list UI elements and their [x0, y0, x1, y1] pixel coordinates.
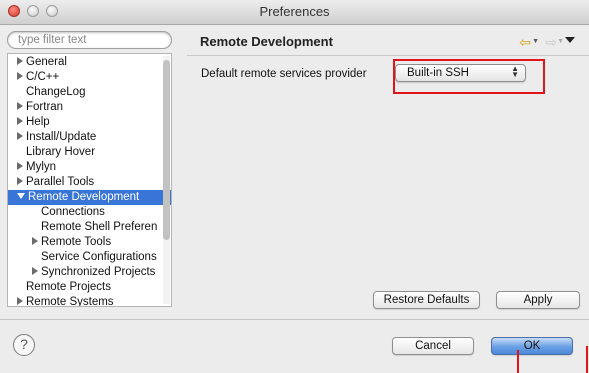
help-icon[interactable]: ? — [13, 334, 35, 356]
tree-item[interactable]: Library Hover — [8, 145, 171, 160]
tree-item-label: Help — [26, 116, 50, 128]
filter-field[interactable] — [7, 31, 172, 49]
filter-input[interactable] — [18, 33, 163, 47]
tree-item[interactable]: Remote Systems — [8, 295, 171, 307]
expand-triangle-icon[interactable] — [17, 102, 23, 110]
tree-item[interactable]: ChangeLog — [8, 85, 171, 100]
tree-item-label: Fortran — [26, 101, 64, 113]
forward-history-dropdown-icon[interactable]: ▼ — [557, 38, 564, 45]
tree-item[interactable]: Remote Shell Preferen — [8, 220, 171, 235]
tree-item-label: ChangeLog — [26, 86, 86, 98]
tree-item-label: Synchronized Projects — [41, 266, 156, 278]
restore-defaults-button[interactable]: Restore Defaults — [373, 291, 480, 309]
tree-item-label: Connections — [41, 206, 105, 218]
expand-triangle-icon[interactable] — [17, 57, 23, 65]
cancel-button[interactable]: Cancel — [392, 337, 474, 355]
expand-triangle-icon[interactable] — [17, 117, 23, 125]
tree-item[interactable]: Mylyn — [8, 160, 171, 175]
tree-item-label: General — [26, 56, 67, 68]
expand-triangle-icon[interactable] — [17, 132, 23, 140]
page-content: Default remote services provider Built-i… — [197, 57, 583, 310]
window-titlebar: Preferences — [0, 0, 589, 25]
annotation-highlight-box — [393, 59, 545, 94]
tree-item-label: Remote Development — [28, 191, 140, 203]
tree-item[interactable]: Connections — [8, 205, 171, 220]
window-title: Preferences — [259, 4, 330, 19]
tree-item[interactable]: Fortran — [8, 100, 171, 115]
preference-page: Remote Development ⇦ ▼ ⇨ ▼ Default remot… — [187, 27, 589, 312]
expand-triangle-icon[interactable] — [32, 267, 38, 275]
view-menu-icon[interactable] — [565, 37, 575, 43]
tree-item[interactable]: Remote Tools — [8, 235, 171, 250]
page-navigation: ⇦ ▼ ⇨ ▼ — [515, 34, 575, 50]
tree-item[interactable]: Synchronized Projects — [8, 265, 171, 280]
ok-button[interactable]: OK — [491, 337, 573, 355]
preferences-tree[interactable]: General C/C++ ChangeLog Fortran Help Install/… — [7, 53, 172, 307]
title-separator — [187, 55, 589, 56]
collapse-triangle-icon[interactable] — [17, 193, 25, 199]
annotation-line — [517, 350, 519, 373]
tree-item-label: C/C++ — [26, 71, 60, 83]
tree-item[interactable]: Help — [8, 115, 171, 130]
footer-separator — [0, 319, 589, 320]
expand-triangle-icon[interactable] — [32, 237, 38, 245]
tree-item-label: Remote Projects — [26, 281, 112, 293]
forward-arrow-icon[interactable]: ⇨ — [545, 34, 557, 51]
annotation-line — [586, 346, 588, 373]
tree-item[interactable]: C/C++ — [8, 70, 171, 85]
tree-item-label: Remote Tools — [41, 236, 112, 248]
tree-scrollbar[interactable] — [163, 56, 170, 304]
tree-item-label: Library Hover — [26, 146, 96, 158]
tree-item[interactable]: General — [8, 55, 171, 70]
tree-item-label: Service Configurations — [41, 251, 157, 263]
tree-item[interactable]: Service Configurations — [8, 250, 171, 265]
tree-item-label: Mylyn — [26, 161, 57, 173]
tree-item-label: Install/Update — [26, 131, 97, 143]
tree-item[interactable]: Install/Update — [8, 130, 171, 145]
tree-scroll-thumb[interactable] — [163, 60, 170, 240]
tree-item-label: Remote Shell Preferen — [41, 221, 158, 233]
back-history-dropdown-icon[interactable]: ▼ — [532, 38, 539, 45]
expand-triangle-icon[interactable] — [17, 162, 23, 170]
expand-triangle-icon[interactable] — [17, 177, 23, 185]
back-arrow-icon[interactable]: ⇦ — [519, 34, 531, 51]
tree-item[interactable]: Remote Development — [8, 190, 171, 205]
tree-item-label: Parallel Tools — [26, 176, 95, 188]
expand-triangle-icon[interactable] — [17, 72, 23, 80]
tree-item[interactable]: Remote Projects — [8, 280, 171, 295]
tree-item-label: Remote Systems — [26, 296, 114, 307]
expand-triangle-icon[interactable] — [17, 297, 23, 305]
page-title: Remote Development — [200, 34, 333, 49]
provider-label: Default remote services provider — [201, 68, 367, 80]
tree-item[interactable]: Parallel Tools — [8, 175, 171, 190]
apply-button[interactable]: Apply — [496, 291, 580, 309]
